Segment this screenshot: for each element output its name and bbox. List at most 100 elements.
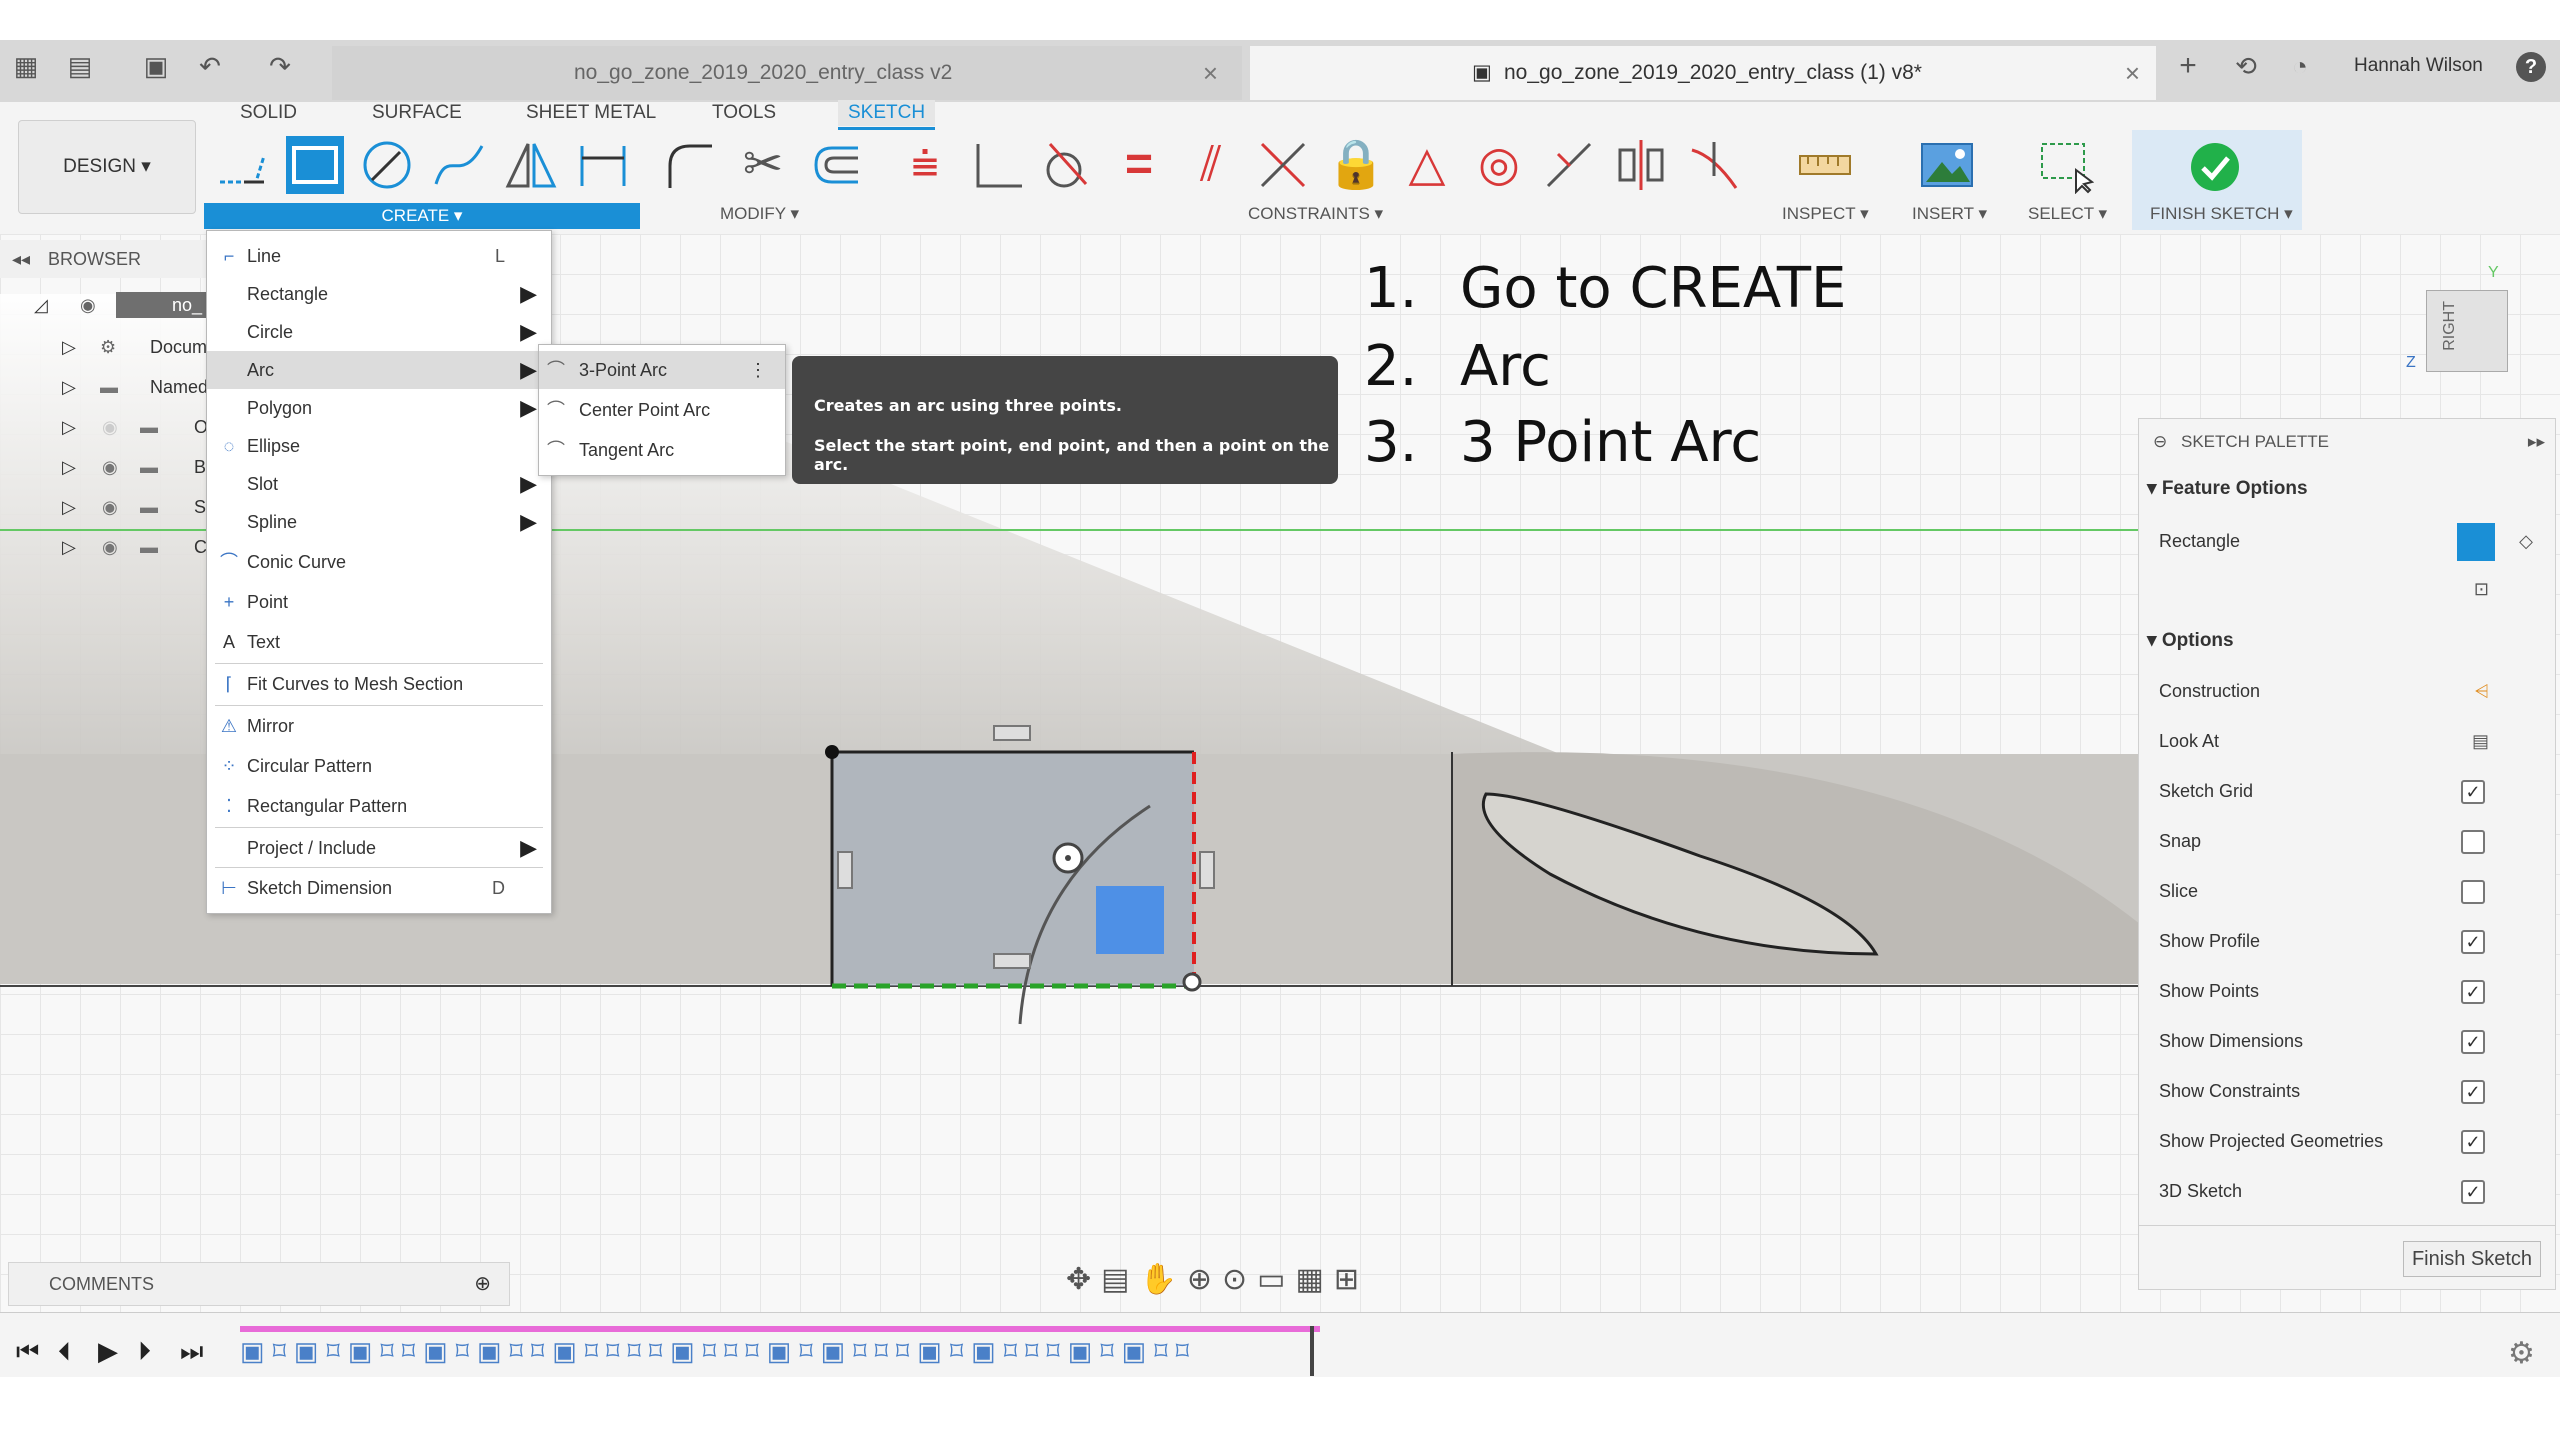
undo-icon[interactable]: ↶: [196, 52, 224, 80]
tab-close-icon[interactable]: ×: [1203, 46, 1218, 100]
select-tool-icon[interactable]: [2036, 136, 2095, 195]
browser-row-origin[interactable]: ▷ ◉ ▬ O: [0, 408, 210, 446]
document-tab-1[interactable]: no_go_zone_2019_2020_entry_class v2 ×: [332, 46, 1242, 100]
tab-surface[interactable]: SURFACE: [372, 100, 462, 126]
midpoint-constraint-icon[interactable]: △: [1398, 136, 1456, 194]
perpendicular-constraint-icon[interactable]: [1254, 136, 1312, 194]
feature-options-header[interactable]: ▾ Feature Options: [2147, 477, 2308, 500]
expand-icon[interactable]: ◿: [34, 286, 48, 324]
line-tool-icon[interactable]: [214, 136, 272, 194]
show-points-checkbox[interactable]: ✓: [2461, 980, 2485, 1004]
job-status-icon[interactable]: ◔: [2286, 52, 2314, 80]
menu-item-spline[interactable]: Spline ▶: [207, 503, 551, 541]
display-settings-icon[interactable]: ▭: [1257, 1263, 1295, 1296]
finish-sketch-check-icon[interactable]: [2186, 138, 2244, 196]
fix-unfix-lock-icon[interactable]: 🔒: [1326, 136, 1386, 194]
trim-tool-icon[interactable]: ✂: [734, 136, 792, 194]
menu-item-fit-curves[interactable]: ⌈ Fit Curves to Mesh Section: [207, 665, 551, 703]
finish-sketch-dropdown-button[interactable]: FINISH SKETCH ▾: [2150, 204, 2293, 224]
workspace-switcher[interactable]: DESIGN ▾: [18, 120, 196, 214]
expand-icon[interactable]: ▷: [62, 408, 76, 446]
tab-tools[interactable]: TOOLS: [712, 100, 776, 126]
pan-icon[interactable]: ✋: [1140, 1263, 1187, 1296]
sketch-grid-checkbox[interactable]: ✓: [2461, 780, 2485, 804]
step-back-icon[interactable]: ⏴: [58, 1336, 71, 1368]
horizontal-vertical-constraint-icon[interactable]: ⩧: [896, 136, 954, 194]
tab-solid[interactable]: SOLID: [240, 100, 297, 126]
visibility-eye-icon[interactable]: ◉: [80, 286, 96, 324]
menu-item-mirror[interactable]: ⚠ Mirror: [207, 707, 551, 745]
menu-item-polygon[interactable]: Polygon ▶: [207, 389, 551, 427]
select-dropdown-button[interactable]: SELECT ▾: [2028, 204, 2107, 224]
menu-item-rectangular-pattern[interactable]: ⁚ Rectangular Pattern: [207, 787, 551, 825]
look-at-nav-icon[interactable]: ▤: [1101, 1263, 1139, 1296]
concentric-constraint-icon[interactable]: ◎: [1470, 136, 1528, 194]
timeline-marker[interactable]: [1310, 1326, 1314, 1376]
browser-root-row[interactable]: ◿ ◉ no_: [0, 286, 212, 324]
timeline-settings-gear-icon[interactable]: ⚙: [2508, 1336, 2535, 1371]
palette-pin-icon[interactable]: ▸▸: [2528, 419, 2545, 465]
menu-item-point[interactable]: + Point: [207, 583, 551, 621]
collinear-constraint-icon[interactable]: [1540, 136, 1598, 194]
browser-row-document-settings[interactable]: ▷ ⚙ Docum: [0, 328, 210, 366]
measure-tool-icon[interactable]: [1796, 136, 1854, 194]
two-point-rectangle-icon[interactable]: [2457, 523, 2495, 561]
modify-dropdown-button[interactable]: MODIFY ▾: [720, 204, 799, 224]
expand-icon[interactable]: ▷: [62, 448, 76, 486]
tangent-constraint-icon[interactable]: [1038, 136, 1096, 194]
3d-sketch-checkbox[interactable]: ✓: [2461, 1180, 2485, 1204]
menu-item-circular-pattern[interactable]: ⁘ Circular Pattern: [207, 747, 551, 785]
visibility-eye-icon[interactable]: ◉: [102, 408, 118, 446]
show-dimensions-checkbox[interactable]: ✓: [2461, 1030, 2485, 1054]
comments-panel[interactable]: COMMENTS ⊕: [8, 1262, 510, 1306]
fillet-tool-icon[interactable]: [660, 136, 718, 194]
menu-item-ellipse[interactable]: ◌ Ellipse: [207, 427, 551, 465]
tab-sketch[interactable]: SKETCH: [838, 100, 936, 130]
user-name[interactable]: Hannah Wilson: [2354, 52, 2483, 80]
expand-icon[interactable]: ▷: [62, 328, 76, 366]
menu-item-line[interactable]: ⌐ Line L: [207, 237, 551, 275]
expand-icon[interactable]: ▷: [62, 488, 76, 526]
construction-icon[interactable]: ⩤: [2475, 671, 2489, 711]
menu-item-project-include[interactable]: Project / Include ▶: [207, 829, 551, 867]
mirror-tool-icon[interactable]: [502, 136, 560, 194]
offset-tool-icon[interactable]: [806, 136, 864, 194]
submenu-item-tangent-arc[interactable]: ⌒ Tangent Arc: [539, 431, 785, 469]
menu-item-rectangle[interactable]: Rectangle ▶: [207, 275, 551, 313]
viewports-icon[interactable]: ⊞: [1334, 1263, 1369, 1296]
inspect-dropdown-button[interactable]: INSPECT ▾: [1782, 204, 1869, 224]
tab-close-icon[interactable]: ×: [2125, 46, 2140, 100]
coincident-constraint-icon[interactable]: [968, 136, 1026, 194]
look-at-icon[interactable]: ▤: [2472, 721, 2489, 761]
visibility-eye-icon[interactable]: ◉: [102, 488, 118, 526]
menu-item-circle[interactable]: Circle ▶: [207, 313, 551, 351]
play-icon[interactable]: ▶: [98, 1336, 118, 1367]
slice-checkbox[interactable]: [2461, 880, 2485, 904]
show-projected-geometries-checkbox[interactable]: ✓: [2461, 1130, 2485, 1154]
constraints-dropdown-button[interactable]: CONSTRAINTS ▾: [1248, 204, 1383, 224]
insert-dropdown-button[interactable]: INSERT ▾: [1912, 204, 1987, 224]
show-constraints-checkbox[interactable]: ✓: [2461, 1080, 2485, 1104]
browser-row-construction[interactable]: ▷ ◉ ▬ C: [0, 528, 210, 566]
insert-image-icon[interactable]: [1918, 136, 1976, 194]
finish-sketch-button[interactable]: Finish Sketch: [2403, 1241, 2541, 1277]
snap-checkbox[interactable]: [2461, 830, 2485, 854]
palette-header[interactable]: ⊖ SKETCH PALETTE ▸▸: [2139, 419, 2555, 465]
zoom-icon[interactable]: ⊕: [1187, 1263, 1222, 1296]
create-dropdown-button[interactable]: CREATE ▾: [204, 203, 640, 229]
menu-item-arc[interactable]: Arc ▶: [207, 351, 551, 389]
new-tab-icon[interactable]: +: [2174, 51, 2202, 81]
orbit-icon[interactable]: ✥: [1066, 1263, 1101, 1296]
menu-item-conic-curve[interactable]: ⌒ Conic Curve: [207, 543, 551, 581]
tab-sheet-metal[interactable]: SHEET METAL: [526, 100, 656, 126]
timeline-features[interactable]: ▣⌑▣⌑▣⌑⌑▣⌑▣⌑⌑▣⌑⌑⌑⌑▣⌑⌑⌑▣⌑▣⌑⌑⌑▣⌑▣⌑⌑⌑▣⌑▣⌑⌑: [240, 1336, 1320, 1370]
submenu-item-center-point-arc[interactable]: ⌒ Center Point Arc: [539, 391, 785, 429]
grid-settings-icon[interactable]: ▦: [1296, 1263, 1334, 1296]
menu-item-slot[interactable]: Slot ▶: [207, 465, 551, 503]
more-options-icon[interactable]: ⋮: [749, 351, 767, 389]
viewcube[interactable]: RIGHT: [2426, 290, 2508, 372]
fit-icon[interactable]: ⊙: [1222, 1263, 1257, 1296]
add-comment-icon[interactable]: ⊕: [474, 1263, 491, 1305]
symmetry-constraint-icon[interactable]: [1612, 136, 1670, 194]
dimension-tool-icon[interactable]: [574, 136, 632, 194]
